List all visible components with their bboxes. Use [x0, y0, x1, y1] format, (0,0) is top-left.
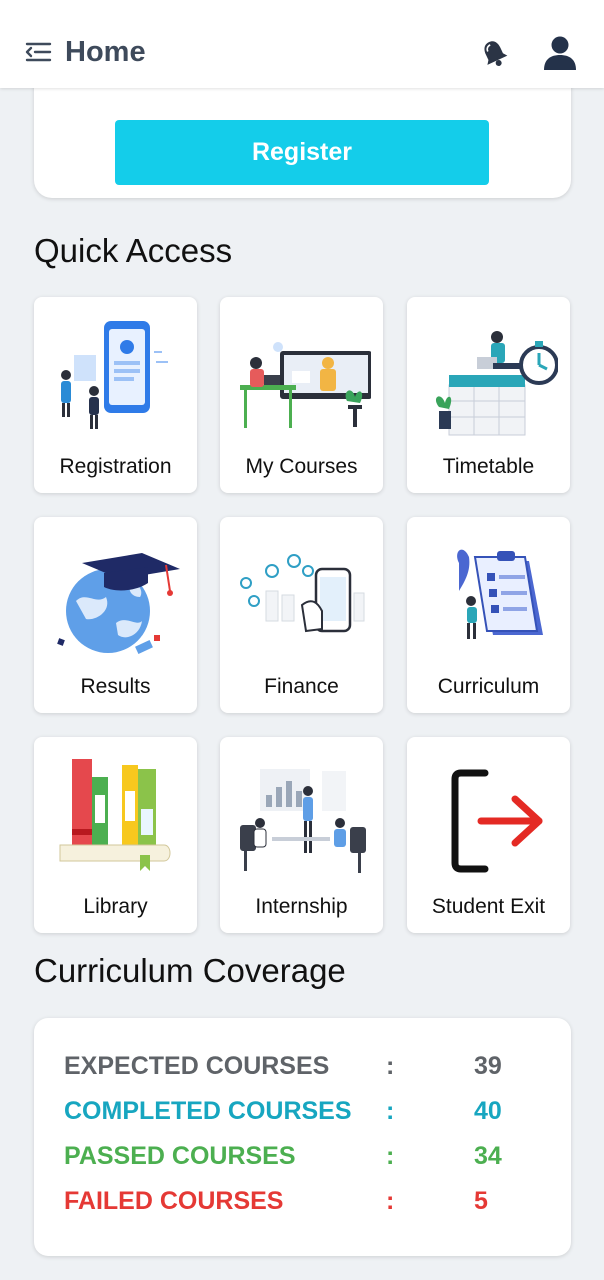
stat-separator: :: [386, 1187, 395, 1215]
stat-row-passed: PASSED COURSES : 34: [64, 1142, 544, 1176]
tile-student-exit[interactable]: Student Exit: [407, 737, 570, 933]
my-courses-illustration-icon: [240, 342, 371, 428]
internship-illustration-icon: [240, 769, 366, 873]
stat-value: 5: [474, 1187, 488, 1215]
stat-row-failed: FAILED COURSES : 5: [64, 1187, 544, 1221]
stat-label: PASSED COURSES: [64, 1142, 296, 1170]
stat-value: 39: [474, 1052, 502, 1080]
timetable-illustration-icon: [435, 331, 558, 436]
page-title: Home: [65, 36, 146, 68]
bell-icon: [484, 41, 508, 66]
tile-label: Finance: [264, 675, 339, 698]
quick-access-title: Quick Access: [34, 232, 233, 269]
registration-illustration-icon: [61, 321, 168, 429]
tile-label: Timetable: [442, 455, 535, 478]
tile-label: Curriculum: [437, 675, 540, 698]
tile-internship[interactable]: Internship: [220, 737, 383, 933]
tile-label: Internship: [255, 895, 348, 918]
finance-illustration-icon: [240, 554, 365, 633]
tile-results[interactable]: Results: [34, 517, 197, 713]
tile-timetable[interactable]: Timetable: [407, 297, 570, 493]
user-icon: [544, 36, 576, 70]
stat-row-completed: COMPLETED COURSES : 40: [64, 1097, 544, 1131]
curriculum-illustration-icon: [457, 549, 543, 639]
stat-row-expected: EXPECTED COURSES : 39: [64, 1052, 544, 1086]
coverage-title: Curriculum Coverage: [34, 952, 346, 989]
tile-label: Student Exit: [431, 895, 546, 918]
tile-library[interactable]: Library: [34, 737, 197, 933]
tile-label: Results: [80, 675, 151, 698]
notifications-button[interactable]: [480, 38, 508, 68]
tile-registration[interactable]: Registration: [34, 297, 197, 493]
menu-button[interactable]: [22, 38, 54, 70]
tile-curriculum[interactable]: Curriculum: [407, 517, 570, 713]
stat-separator: :: [386, 1097, 395, 1125]
stat-value: 34: [474, 1142, 502, 1170]
tile-label: My Courses: [245, 455, 358, 478]
stat-value: 40: [474, 1097, 502, 1125]
tile-my-courses[interactable]: My Courses: [220, 297, 383, 493]
stat-label: FAILED COURSES: [64, 1187, 284, 1215]
library-books-icon: [59, 759, 171, 871]
coverage-card: EXPECTED COURSES : 39 COMPLETED COURSES …: [34, 1018, 571, 1256]
exit-icon: [451, 769, 543, 873]
register-button[interactable]: Register: [115, 120, 489, 185]
stat-label: EXPECTED COURSES: [64, 1052, 330, 1080]
stat-label: COMPLETED COURSES: [64, 1097, 352, 1125]
app-bar: Home: [0, 0, 604, 88]
profile-button[interactable]: [541, 34, 579, 72]
tile-label: Registration: [59, 455, 172, 478]
tile-label: Library: [83, 895, 148, 918]
results-illustration-icon: [57, 553, 180, 655]
stat-separator: :: [386, 1052, 395, 1080]
stat-separator: :: [386, 1142, 395, 1170]
menu-icon: [25, 42, 52, 62]
tile-finance[interactable]: Finance: [220, 517, 383, 713]
